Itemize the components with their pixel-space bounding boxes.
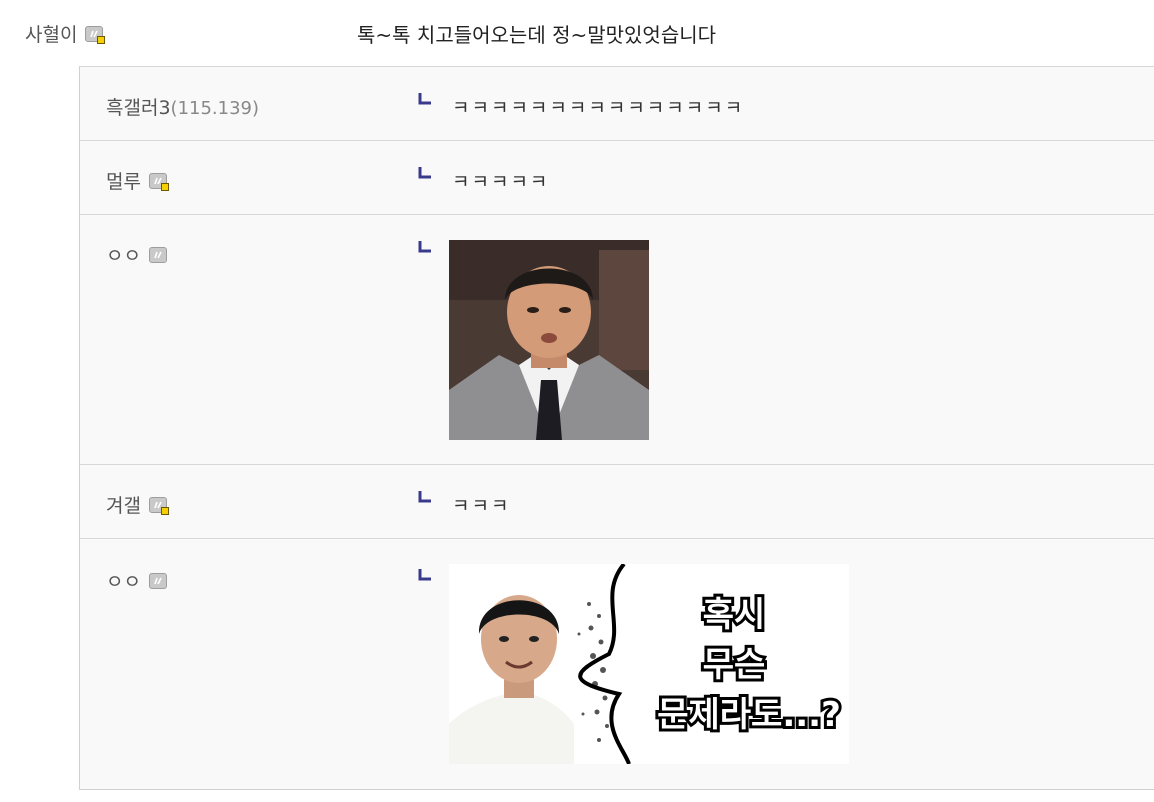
comment-text: 톡~톡 치고들어오는데 정~말맛있엇습니다 xyxy=(357,23,717,47)
nickname[interactable]: 사혈이 xyxy=(25,20,77,47)
nickname[interactable]: 흑갤러 xyxy=(106,97,158,119)
reply-item: 멀루 ㅋㅋㅋㅋㅋ xyxy=(80,141,1154,215)
reply-author[interactable]: ㅇㅇ xyxy=(106,567,167,594)
reply-item: ㅇㅇ xyxy=(80,539,1154,789)
reply-item: ㅇㅇ xyxy=(80,215,1154,465)
gallog-icon[interactable] xyxy=(148,246,167,263)
reply-item: 흑갤러3(115.139) ㅋㅋㅋㅋㅋㅋㅋㅋㅋㅋㅋㅋㅋㅋㅋ xyxy=(80,67,1154,141)
main-comment: 사혈이 톡~톡 치고들어오는데 정~말맛있엇습니다 xyxy=(0,0,1154,66)
reply-arrow-icon xyxy=(418,569,431,581)
gallog-fixed-icon[interactable] xyxy=(85,25,106,44)
reply-arrow-icon xyxy=(418,241,431,253)
reply-author[interactable]: 흑갤러3(115.139) xyxy=(106,93,259,120)
reply-list: 흑갤러3(115.139) ㅋㅋㅋㅋㅋㅋㅋㅋㅋㅋㅋㅋㅋㅋㅋ 멀루 ㅋㅋㅋㅋㅋ ㅇ… xyxy=(79,66,1154,790)
reply-item: 겨갤 ㅋㅋㅋ xyxy=(80,465,1154,539)
reply-text: ㅋㅋㅋㅋㅋ xyxy=(452,171,550,193)
reply-arrow-icon xyxy=(418,491,431,503)
nickname[interactable]: 멀루 xyxy=(106,167,141,194)
reply-author[interactable]: ㅇㅇ xyxy=(106,241,167,268)
reply-author[interactable]: 멀루 xyxy=(106,167,169,194)
gallog-fixed-icon[interactable] xyxy=(148,172,169,191)
gallog-icon[interactable] xyxy=(148,572,167,589)
gallog-fixed-icon[interactable] xyxy=(148,496,169,515)
dccon-image[interactable]: 혹시 무슨 문제라도...? xyxy=(449,564,849,764)
reply-text: ㅋㅋㅋㅋㅋㅋㅋㅋㅋㅋㅋㅋㅋㅋㅋ xyxy=(452,97,745,119)
reply-text: ㅋㅋㅋ xyxy=(452,495,511,517)
reply-author[interactable]: 겨갤 xyxy=(106,491,169,518)
nickname-number: 3 xyxy=(158,97,171,119)
nickname[interactable]: ㅇㅇ xyxy=(106,241,141,268)
nickname[interactable]: ㅇㅇ xyxy=(106,567,141,594)
ip-address: (115.139) xyxy=(170,98,260,119)
dccon-text-line: 문제라도...? xyxy=(657,695,841,735)
reply-arrow-icon xyxy=(418,93,431,105)
reply-arrow-icon xyxy=(418,167,431,179)
main-comment-author[interactable]: 사혈이 xyxy=(25,20,106,47)
dccon-text-line: 무슨 xyxy=(703,645,766,685)
dccon-image[interactable] xyxy=(449,240,649,440)
dccon-text-line: 혹시 xyxy=(703,595,766,635)
nickname[interactable]: 겨갤 xyxy=(106,491,141,518)
